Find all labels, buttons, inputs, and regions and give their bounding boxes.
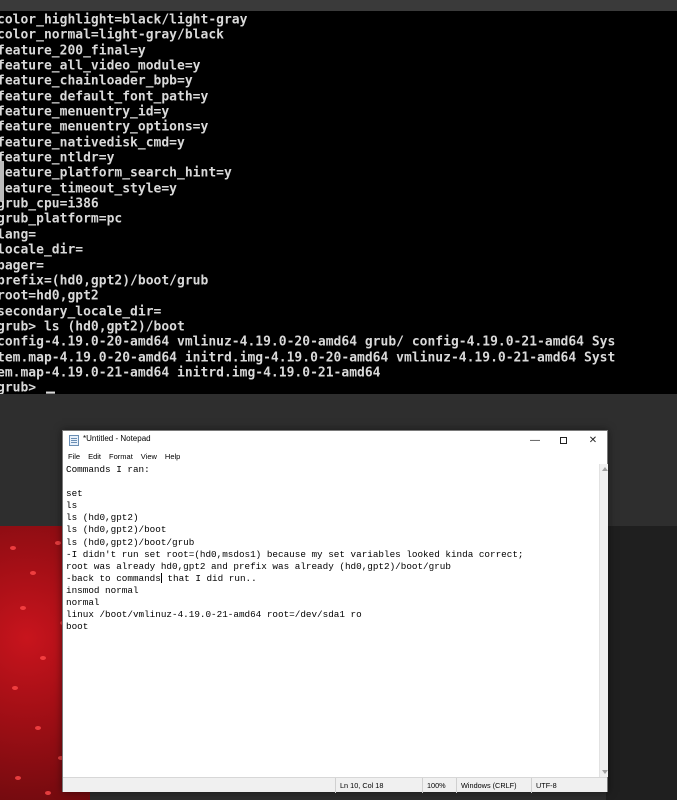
terminal-line: locale_dir=	[0, 242, 84, 258]
terminal-line: root=hd0,gpt2	[0, 288, 99, 304]
top-strip	[0, 0, 677, 11]
terminal-line: feature_all_video_module=y	[0, 58, 201, 74]
close-button[interactable]: ✕	[579, 431, 607, 450]
terminal-line: lang=	[0, 226, 37, 243]
terminal-line: grub_platform=pc	[0, 211, 123, 228]
line-ending: Windows (CRLF)	[456, 778, 531, 793]
wallpaper-dot	[40, 656, 46, 660]
terminal-line: feature_200_final=y	[0, 42, 146, 59]
terminal-line: feature_ntldr=y	[0, 150, 115, 166]
terminal-line: feature_default_font_path=y	[0, 88, 209, 105]
notepad-window[interactable]: *Untitled - Notepad — ✕ File Edit Format…	[62, 430, 609, 793]
document-line: -I didn't run set root=(hd0,msdos1) beca…	[66, 548, 524, 560]
terminal-line: grub> ls (hd0,gpt2)/boot	[0, 318, 185, 335]
line-text-before-caret: -back to commands	[66, 572, 161, 584]
terminal-line: feature_menuentry_options=y	[0, 119, 209, 136]
title-bar[interactable]: *Untitled - Notepad — ✕	[63, 431, 607, 450]
scroll-down-icon[interactable]	[602, 770, 608, 774]
document-line: normal	[66, 597, 100, 609]
terminal-line: feature_menuentry_id=y	[0, 104, 170, 120]
terminal-line: em.map-4.19.0-21-amd64 initrd.img-4.19.0…	[0, 364, 381, 381]
terminal-line: feature_chainloader_bpb=y	[0, 73, 193, 90]
wallpaper-dot	[30, 571, 36, 575]
vertical-scrollbar[interactable]	[599, 464, 608, 777]
encoding: UTF-8	[531, 778, 609, 793]
terminal-line: secondary_locale_dir=	[0, 303, 162, 320]
terminal-line: prefix=(hd0,gpt2)/boot/grub	[0, 272, 209, 289]
wallpaper-dot	[10, 546, 16, 550]
document-line: ls (hd0,gpt2)/boot	[66, 524, 167, 536]
terminal-line: feature_nativedisk_cmd=y	[0, 134, 185, 151]
wallpaper-dot	[15, 776, 21, 780]
terminal-line: tem.map-4.19.0-20-amd64 initrd.img-4.19.…	[0, 349, 616, 366]
terminal-line: config-4.19.0-20-amd64 vmlinuz-4.19.0-20…	[0, 334, 616, 350]
terminal-line: feature_timeout_style=y	[0, 180, 178, 197]
terminal-line: grub_cpu=i386	[0, 196, 99, 212]
menu-file[interactable]: File	[68, 450, 80, 464]
maximize-icon	[559, 436, 567, 444]
terminal-prompt-line[interactable]: grub>	[0, 380, 615, 394]
line-text-after-caret: that I did run..	[161, 572, 257, 584]
document-line: ls	[66, 500, 78, 512]
document-line: linux /boot/vmlinuz-4.19.0-21-amd64 root…	[66, 609, 362, 621]
document-line: boot	[66, 621, 89, 633]
document-line: ls (hd0,gpt2)	[66, 512, 139, 524]
document-line: Commands I ran:	[66, 464, 150, 475]
document-line: root was already hd0,gpt2 and prefix was…	[66, 560, 451, 572]
terminal-edge-marker	[0, 161, 4, 201]
document-line: set	[66, 488, 83, 500]
menu-bar: File Edit Format View Help	[63, 450, 607, 464]
scroll-up-icon[interactable]	[602, 467, 608, 471]
status-bar: Ln 10, Col 18 100% Windows (CRLF) UTF-8	[63, 777, 609, 793]
terminal-line: feature_platform_search_hint=y	[0, 165, 232, 182]
menu-format[interactable]: Format	[109, 450, 133, 464]
maximize-button[interactable]	[549, 431, 577, 450]
text-editor[interactable]: Commands I ran: set ls ls (hd0,gpt2) ls (hd0…	[63, 464, 599, 777]
wallpaper-dark-area	[606, 526, 677, 800]
grub-prompt: grub>	[0, 380, 44, 394]
wallpaper-dot	[35, 726, 41, 730]
wallpaper-dot	[45, 791, 51, 795]
notepad-app-icon	[69, 435, 79, 446]
wallpaper-dot	[20, 606, 26, 610]
wallpaper-dot	[12, 686, 18, 690]
window-title: *Untitled - Notepad	[83, 434, 151, 443]
menu-view[interactable]: View	[141, 450, 157, 464]
terminal-output: color_highlight=black/light-gray color_no…	[0, 12, 615, 394]
menu-edit[interactable]: Edit	[88, 450, 101, 464]
document-line: insmod normal	[66, 584, 139, 596]
document-line: ls (hd0,gpt2)/boot/grub	[66, 536, 195, 548]
terminal-line: color_highlight=black/light-gray	[0, 12, 248, 28]
minimize-button[interactable]: —	[521, 431, 549, 450]
terminal-line: pager=	[0, 257, 44, 274]
grub-terminal[interactable]: color_highlight=black/light-gray color_no…	[0, 11, 677, 394]
zoom-level: 100%	[422, 778, 456, 793]
wallpaper-dot	[55, 541, 61, 545]
menu-help[interactable]: Help	[165, 450, 180, 464]
terminal-line: color_normal=light-gray/black	[0, 27, 224, 44]
cursor-position: Ln 10, Col 18	[335, 778, 422, 793]
document-line: -back to commands that I did run..	[66, 572, 599, 585]
